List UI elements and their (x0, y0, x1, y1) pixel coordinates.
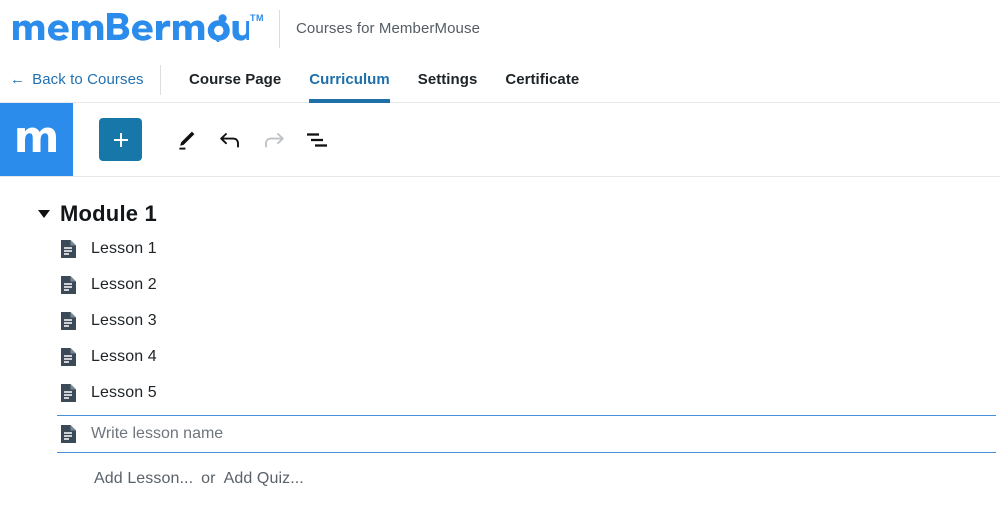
lesson-list: Lesson 1 Lesson 2 Lesson 3 Lesson 4 Less… (0, 225, 1000, 411)
undo-icon (220, 132, 239, 148)
redo-button[interactable] (252, 118, 296, 162)
curriculum-toolbar: m (0, 103, 1000, 177)
chevron-down-icon[interactable] (38, 210, 50, 218)
curriculum-body: Module 1 Lesson 1 Lesson 2 Lesson 3 Less… (0, 177, 1000, 499)
list-item[interactable]: Lesson 3 (0, 303, 1000, 339)
course-tabbar: ← Back to Courses Course Page Curriculum… (0, 57, 1000, 103)
tab-curriculum[interactable]: Curriculum (309, 57, 390, 103)
add-lesson-link[interactable]: Add Lesson... (94, 470, 193, 488)
back-arrow-icon: ← (10, 71, 26, 88)
membermouse-wordmark-icon (13, 12, 249, 42)
tab-settings[interactable]: Settings (418, 57, 478, 103)
list-item[interactable]: Lesson 2 (0, 267, 1000, 303)
document-icon (61, 276, 76, 294)
document-icon (61, 312, 76, 330)
back-to-courses-label: Back to Courses (32, 71, 144, 88)
list-item[interactable]: Lesson 4 (0, 339, 1000, 375)
document-icon (61, 348, 76, 366)
tab-certificate[interactable]: Certificate (505, 57, 579, 103)
module-header[interactable]: Module 1 (0, 177, 1000, 226)
toolbar-buttons (73, 118, 340, 162)
tab-curriculum-label: Curriculum (309, 71, 390, 88)
list-item[interactable]: Lesson 1 (0, 231, 1000, 267)
new-lesson-row[interactable] (57, 415, 996, 453)
new-lesson-name-input[interactable] (91, 425, 996, 443)
add-module-button[interactable] (99, 118, 142, 161)
membermouse-badge[interactable]: m (0, 103, 73, 176)
tab-course-page-label: Course Page (189, 71, 282, 88)
app-header: TM Courses for MemberMouse (0, 0, 1000, 57)
list-item-label: Lesson 5 (91, 384, 157, 401)
tab-course-page[interactable]: Course Page (189, 57, 281, 103)
document-icon (61, 384, 76, 402)
document-icon (61, 240, 76, 258)
add-actions-separator: or (201, 470, 216, 487)
list-item-label: Lesson 4 (91, 348, 157, 365)
list-item-label: Lesson 1 (91, 240, 157, 257)
collapse-all-button[interactable] (296, 118, 340, 162)
tab-group: Course Page Curriculum Settings Certific… (189, 57, 607, 103)
plus-icon (113, 132, 128, 147)
trademark-mark: TM (250, 12, 264, 23)
list-item[interactable]: Lesson 5 (0, 375, 1000, 411)
redo-icon (265, 132, 284, 148)
list-item-label: Lesson 2 (91, 276, 157, 293)
membermouse-badge-glyph: m (13, 111, 60, 163)
page-title: Courses for MemberMouse (296, 20, 481, 37)
add-quiz-link[interactable]: Add Quiz... (224, 470, 304, 488)
tab-certificate-label: Certificate (505, 71, 580, 88)
edit-button[interactable] (164, 118, 208, 162)
module-title: Module 1 (60, 201, 157, 226)
back-to-courses-link[interactable]: ← Back to Courses (0, 71, 160, 88)
membermouse-logo[interactable]: TM (0, 12, 264, 46)
list-item-label: Lesson 3 (91, 312, 157, 329)
pencil-icon (179, 131, 195, 150)
add-actions: Add Lesson... or Add Quiz... (0, 459, 1000, 499)
collapse-all-icon (307, 132, 327, 147)
undo-button[interactable] (208, 118, 252, 162)
tabbar-divider (160, 64, 161, 95)
tab-settings-label: Settings (417, 71, 478, 88)
document-icon (61, 425, 76, 443)
